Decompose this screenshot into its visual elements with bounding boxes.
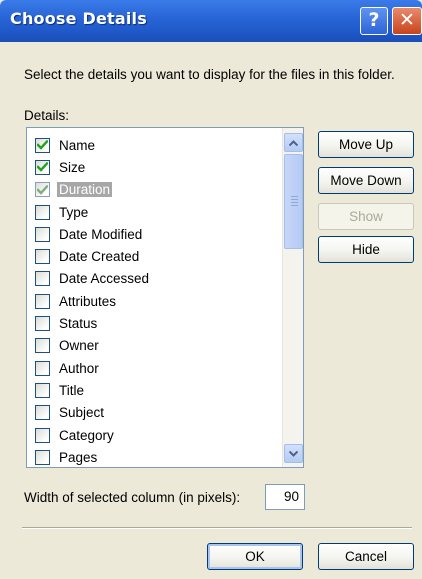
- detail-checkbox[interactable]: [35, 226, 50, 242]
- checkmark-icon: [37, 162, 48, 173]
- separator: [22, 527, 412, 529]
- detail-item-label: Author: [59, 360, 99, 376]
- detail-item[interactable]: Date Created: [27, 245, 281, 267]
- checkmark-icon: [37, 184, 48, 195]
- instructions-text: Select the details you want to display f…: [24, 67, 395, 82]
- detail-item[interactable]: Status: [27, 312, 281, 334]
- detail-item-label: Size: [59, 159, 86, 175]
- vertical-scrollbar[interactable]: [282, 128, 303, 467]
- checkmark-icon: [37, 140, 48, 150]
- detail-checkbox[interactable]: [35, 449, 50, 465]
- hide-button[interactable]: Hide: [318, 236, 414, 263]
- detail-item-label: Date Accessed: [59, 271, 150, 287]
- detail-checkbox[interactable]: [35, 427, 50, 443]
- ok-button[interactable]: OK: [207, 543, 303, 570]
- detail-item[interactable]: Subject: [27, 402, 281, 424]
- detail-item[interactable]: Owner: [27, 335, 281, 357]
- detail-checkbox[interactable]: [35, 360, 50, 376]
- scroll-up-icon[interactable]: [284, 133, 303, 152]
- detail-item-label: Title: [59, 382, 85, 398]
- detail-checkbox[interactable]: [35, 204, 50, 220]
- detail-item-label: Attributes: [59, 293, 117, 309]
- move-up-button[interactable]: Move Up: [318, 131, 414, 158]
- grip-line: [291, 205, 298, 206]
- detail-item-label: Type: [59, 204, 89, 220]
- detail-item[interactable]: Pages: [27, 446, 281, 467]
- detail-item[interactable]: Attributes: [27, 290, 281, 312]
- detail-item[interactable]: Category: [27, 424, 281, 446]
- detail-checkbox[interactable]: [35, 382, 50, 398]
- scroll-down-icon[interactable]: [284, 444, 303, 463]
- details-list-items: Name Size Duration Type Date Modified Date Cr…: [27, 134, 281, 467]
- detail-item[interactable]: Date Accessed: [27, 268, 281, 290]
- detail-checkbox[interactable]: [35, 137, 50, 153]
- detail-item[interactable]: Duration: [27, 179, 281, 201]
- detail-item-label: Pages: [59, 449, 98, 465]
- close-icon[interactable]: ✕: [392, 7, 422, 35]
- cancel-button[interactable]: Cancel: [318, 543, 414, 570]
- detail-checkbox[interactable]: [35, 159, 50, 175]
- detail-item[interactable]: Date Modified: [27, 223, 281, 245]
- detail-item-label: Date Modified: [59, 226, 143, 242]
- detail-item-label: Name: [59, 137, 96, 153]
- column-width-label: Width of selected column (in pixels):: [24, 490, 241, 505]
- detail-checkbox[interactable]: [35, 182, 50, 198]
- detail-checkbox[interactable]: [35, 249, 50, 265]
- help-icon[interactable]: ?: [360, 7, 388, 35]
- details-list[interactable]: Name Size Duration Type Date Modified Date Cr…: [26, 127, 304, 468]
- detail-item[interactable]: Author: [27, 357, 281, 379]
- detail-checkbox[interactable]: [35, 293, 50, 309]
- detail-item-label: Duration: [57, 182, 113, 198]
- column-width-input[interactable]: 90: [265, 484, 305, 510]
- scroll-thumb[interactable]: [284, 154, 303, 249]
- detail-item[interactable]: Title: [27, 379, 281, 401]
- detail-item[interactable]: Type: [27, 201, 281, 223]
- detail-item-label: Subject: [59, 405, 105, 421]
- show-button[interactable]: Show: [318, 203, 414, 230]
- grip-line: [291, 202, 298, 203]
- detail-item[interactable]: Size: [27, 156, 281, 178]
- dialog-title: Choose Details: [10, 9, 147, 28]
- move-down-button[interactable]: Move Down: [318, 167, 414, 194]
- details-label: Details:: [24, 108, 70, 123]
- grip-line: [291, 199, 298, 200]
- detail-checkbox[interactable]: [35, 271, 50, 287]
- choose-details-dialog: Choose Details ? ✕ Select the details yo…: [0, 0, 422, 579]
- detail-checkbox[interactable]: [35, 338, 50, 354]
- detail-item-label: Status: [59, 316, 98, 332]
- grip-line: [291, 196, 298, 197]
- title-bar[interactable]: Choose Details ? ✕: [0, 0, 422, 42]
- detail-item-label: Date Created: [59, 249, 140, 265]
- detail-item-label: Category: [59, 427, 114, 443]
- detail-checkbox[interactable]: [35, 405, 50, 421]
- detail-checkbox[interactable]: [35, 316, 50, 332]
- detail-item-label: Owner: [59, 338, 99, 354]
- detail-item[interactable]: Name: [27, 134, 281, 156]
